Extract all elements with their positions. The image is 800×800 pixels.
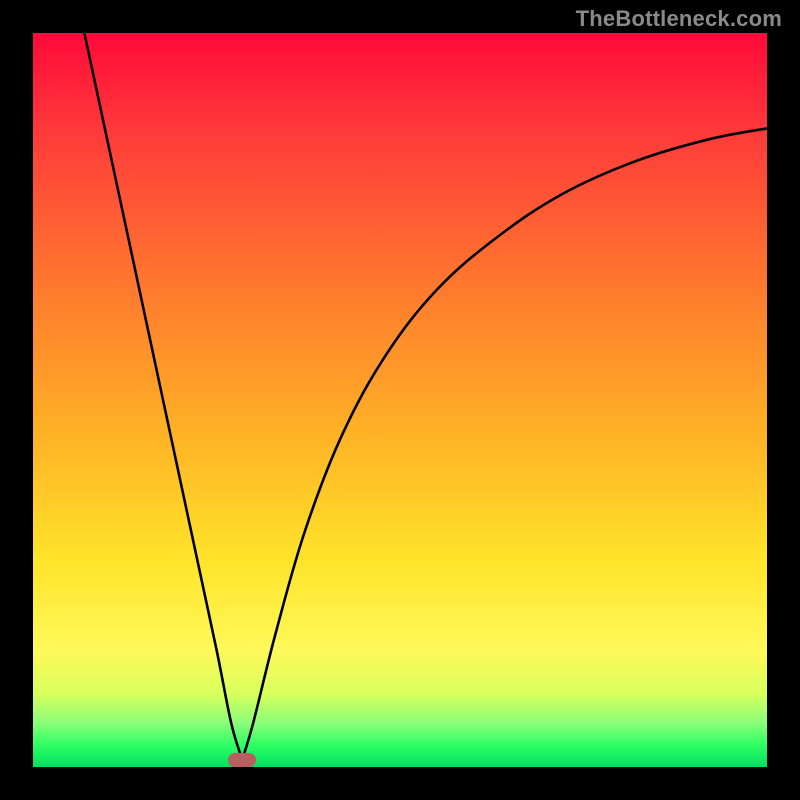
minimum-marker bbox=[228, 753, 256, 767]
bottleneck-curve bbox=[33, 33, 767, 767]
watermark-text: TheBottleneck.com bbox=[576, 6, 782, 32]
plot-area bbox=[33, 33, 767, 767]
curve-path bbox=[84, 33, 767, 760]
chart-frame: TheBottleneck.com bbox=[0, 0, 800, 800]
